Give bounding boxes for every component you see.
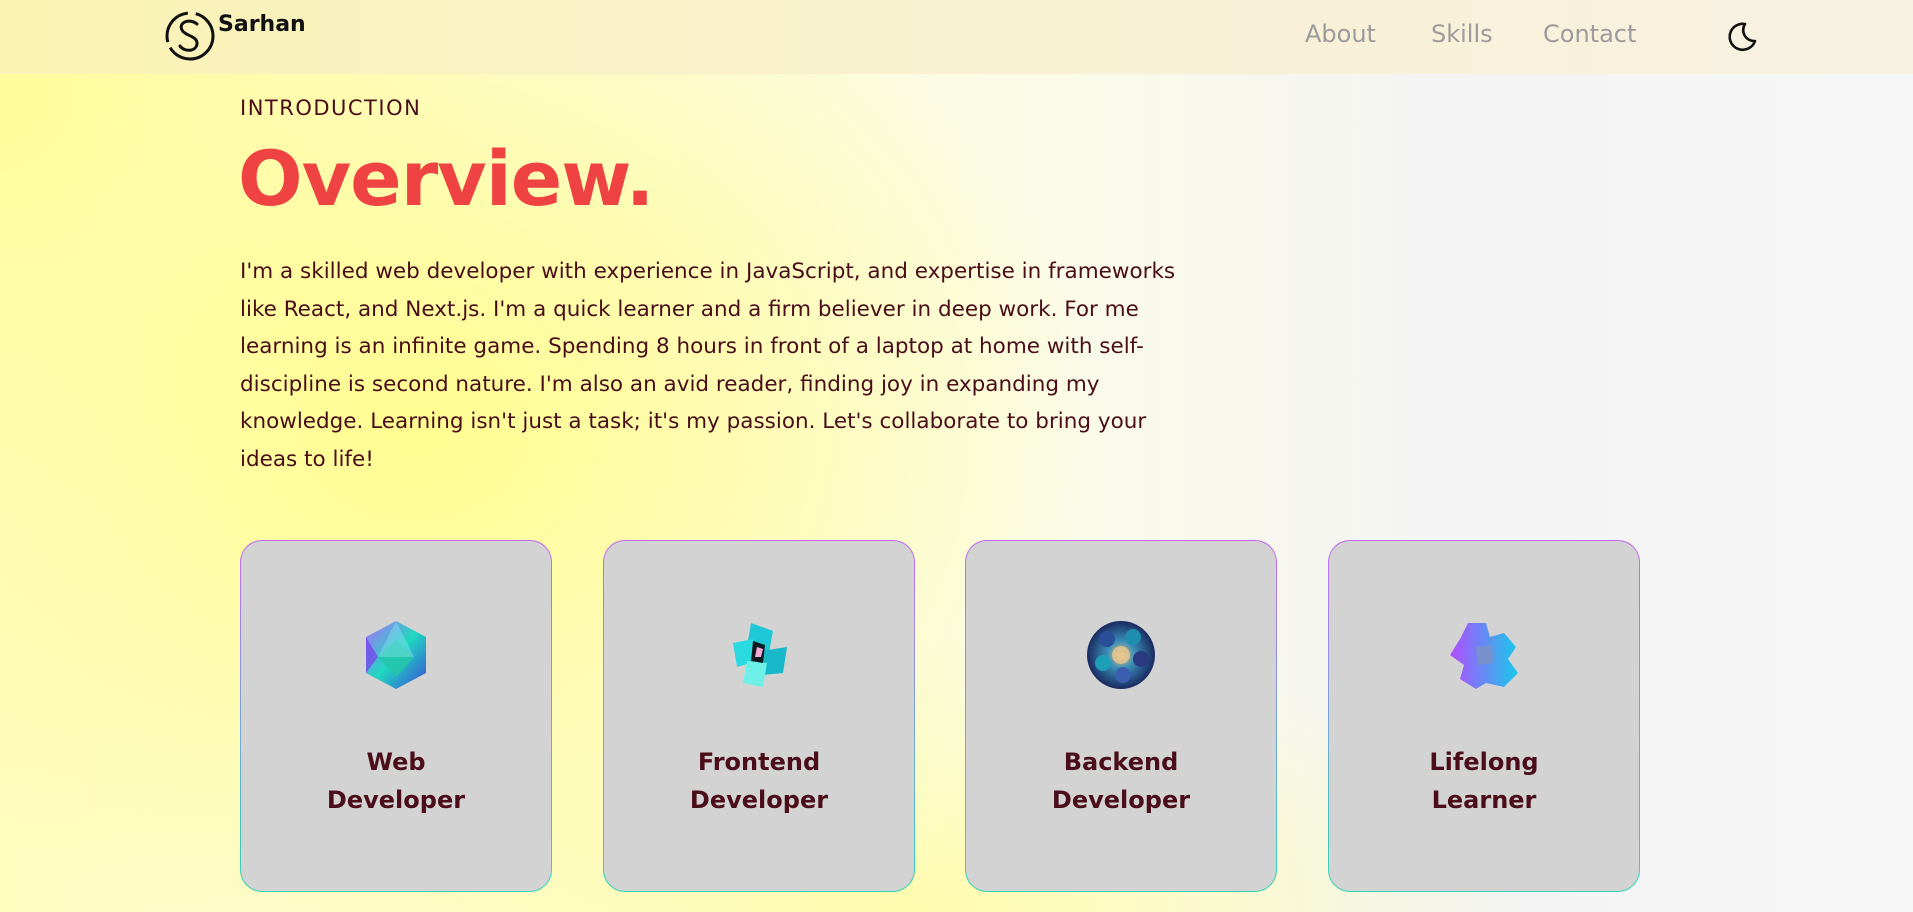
service-card-backend[interactable]: Backend Developer — [965, 540, 1277, 892]
card-title: Web Developer — [326, 748, 466, 814]
service-card-frontend[interactable]: Frontend Developer — [603, 540, 915, 892]
cube-cluster-icon — [733, 623, 787, 687]
overview-paragraph: I'm a skilled web developer with experie… — [240, 259, 1176, 472]
brand-link[interactable]: Sarhan — [164, 10, 306, 62]
section-title: Overview. — [238, 134, 655, 223]
service-card-web[interactable]: Web Developer — [240, 540, 552, 892]
nav-link-contact[interactable]: Contact — [1543, 20, 1636, 48]
s-monogram-icon — [165, 11, 215, 61]
section-subtitle: INTRODUCTION — [240, 96, 422, 120]
card-title: Frontend Developer — [689, 748, 829, 814]
nav-link-skills[interactable]: Skills — [1431, 20, 1493, 48]
moon-icon — [1728, 22, 1757, 52]
brand-name: Sarhan — [218, 12, 306, 37]
card-title: Backend Developer — [1051, 748, 1191, 814]
cross-blocks-icon — [1450, 623, 1518, 689]
service-card-learner[interactable]: Lifelong Learner — [1328, 540, 1640, 892]
theme-toggle-button[interactable] — [1725, 20, 1759, 54]
card-title: Lifelong Learner — [1429, 748, 1539, 814]
sphere-cluster-icon — [1087, 621, 1155, 689]
nav-link-about[interactable]: About — [1305, 20, 1376, 48]
icosahedron-icon — [366, 621, 426, 689]
navbar: Sarhan About Skills Contact — [0, 0, 1913, 74]
